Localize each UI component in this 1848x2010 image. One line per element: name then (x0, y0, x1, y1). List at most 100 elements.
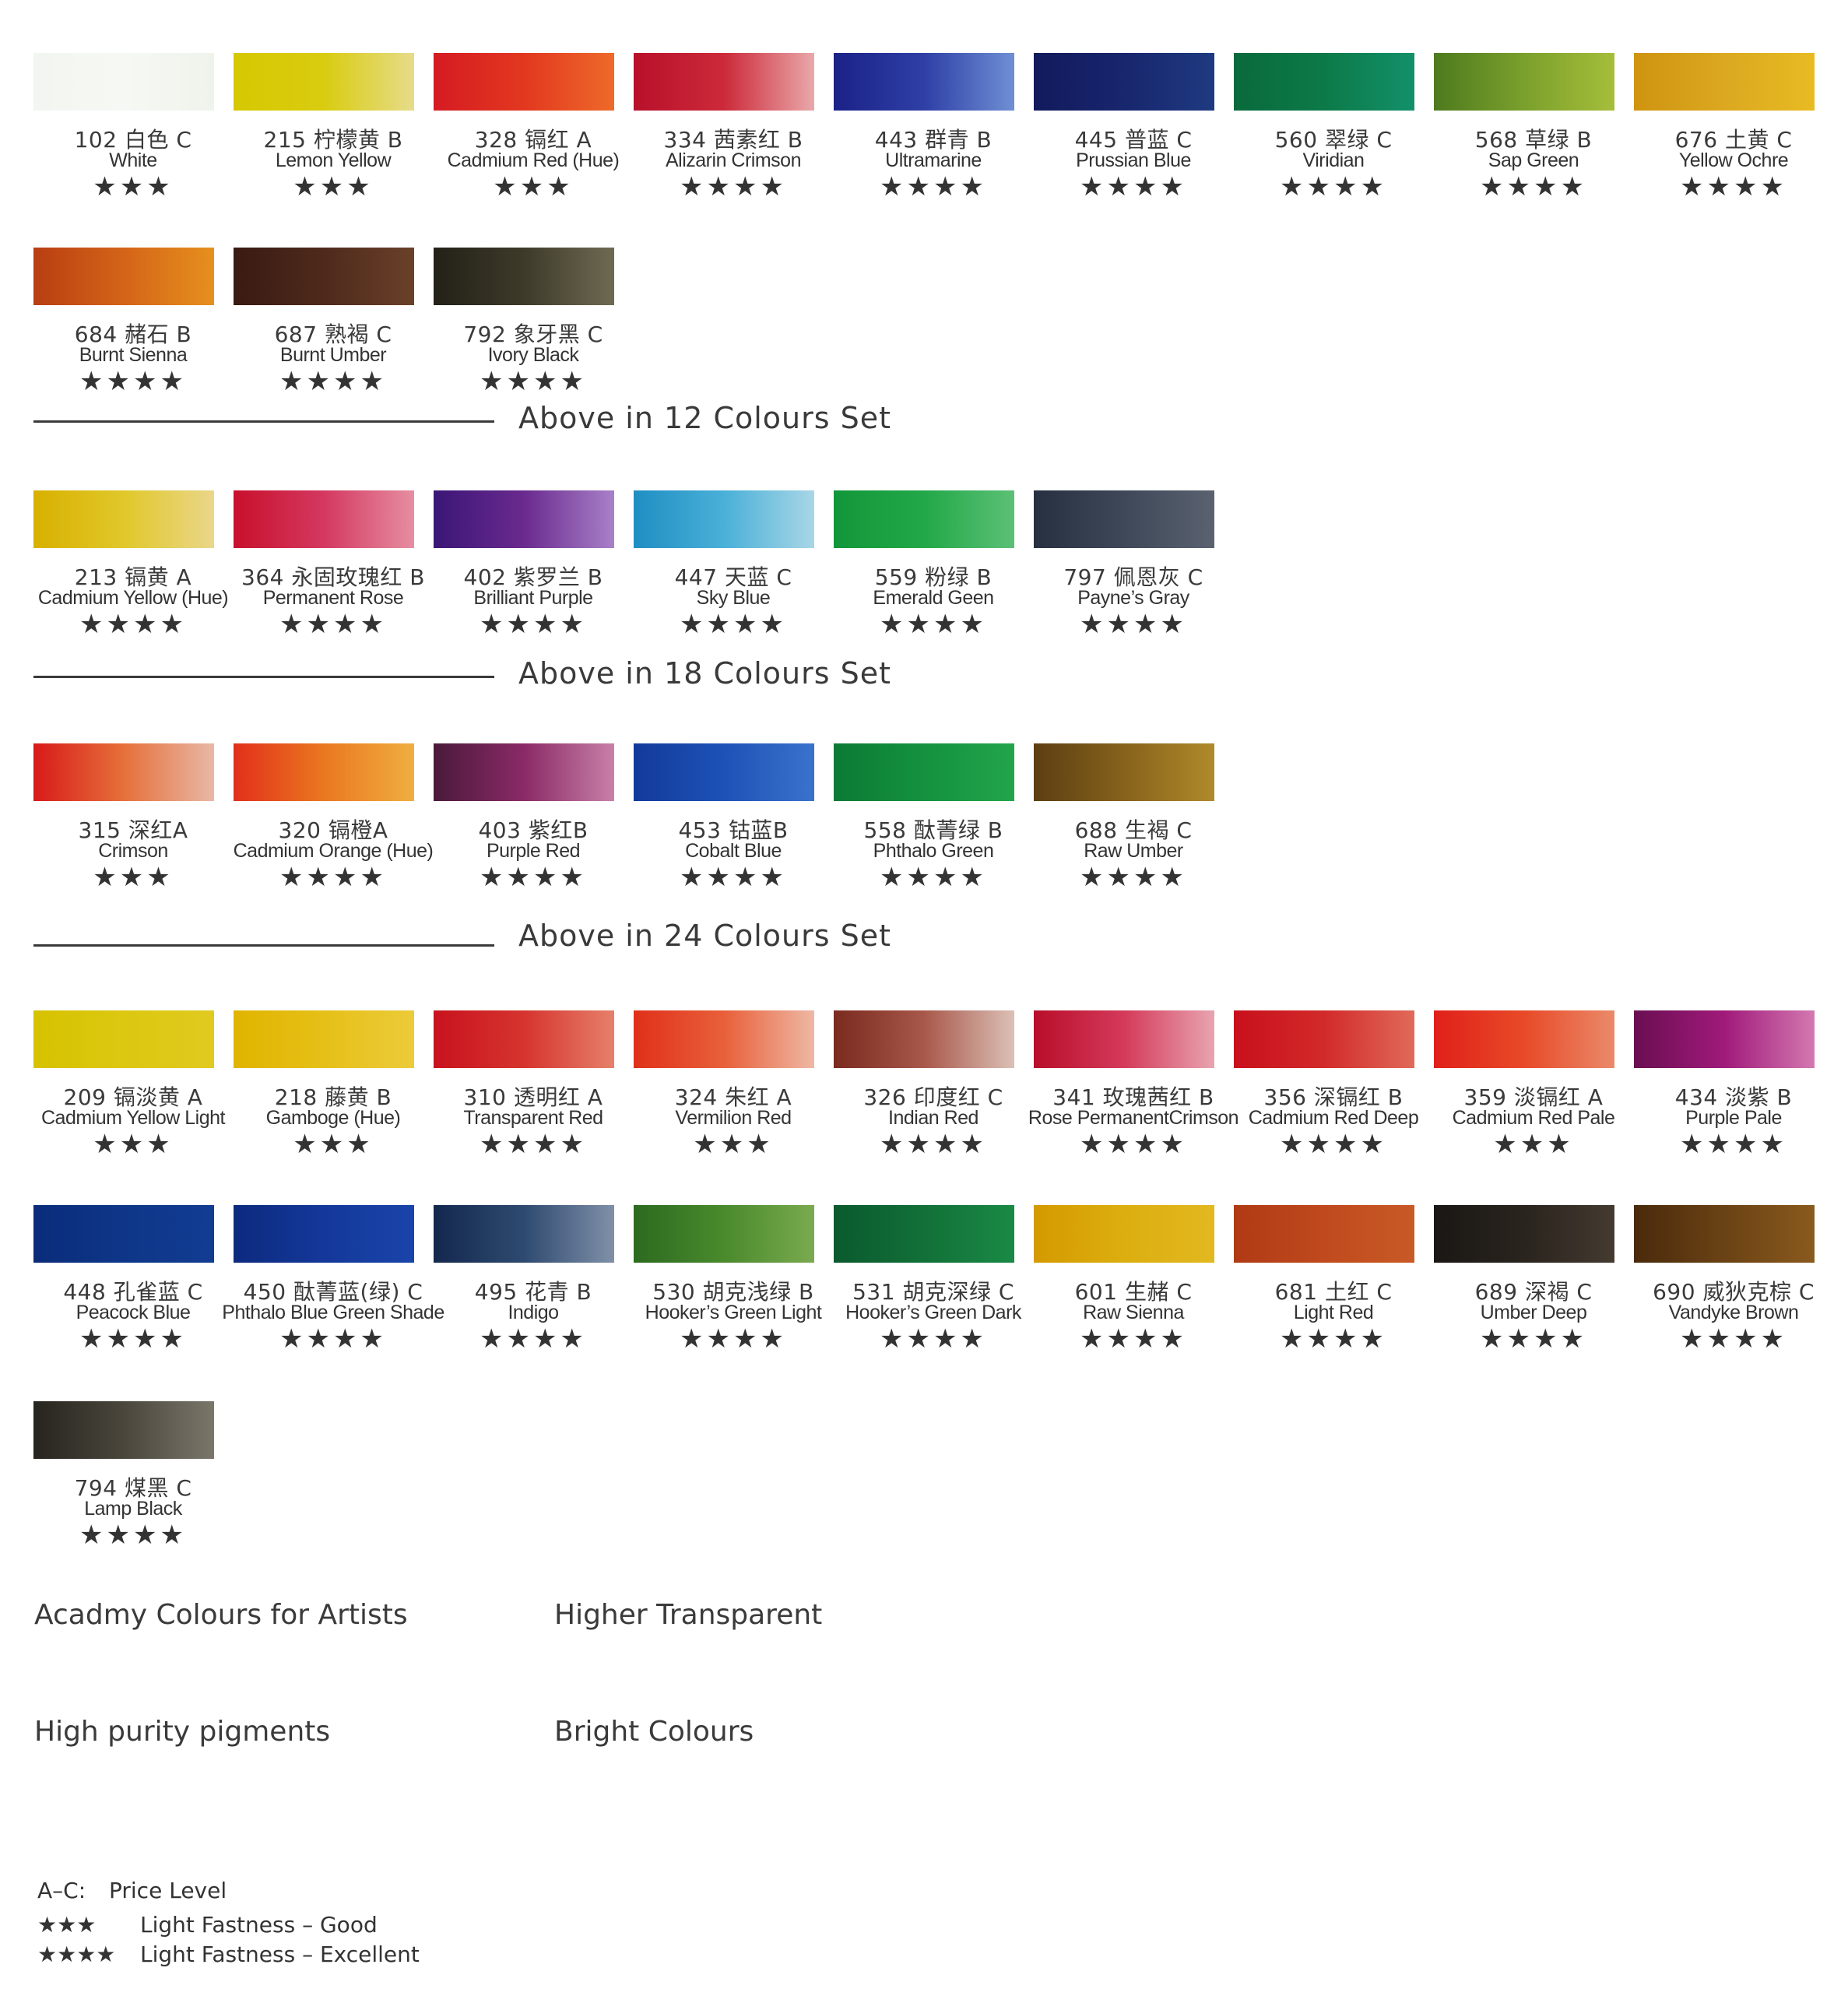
swatch-card: 324 朱红 A Vermilion Red ★★★ (634, 1010, 833, 1197)
colour-swatch (834, 53, 1014, 111)
colour-swatch (634, 53, 814, 111)
swatch-card: 315 深红A Crimson ★★★ (33, 743, 233, 930)
colour-swatch (1034, 490, 1214, 548)
colour-swatch (434, 490, 614, 548)
swatch-card: 213 镉黄 A Cadmium Yellow (Hue) ★★★★ (33, 490, 233, 677)
lightfastness-stars: ★★★★ (1080, 171, 1187, 202)
colour-swatch (434, 53, 614, 111)
lightfastness-stars: ★★★★ (1080, 1129, 1187, 1160)
lightfastness-stars: ★★★ (1493, 1129, 1574, 1160)
colour-swatch (834, 743, 1014, 801)
colour-swatch (1034, 743, 1214, 801)
lightfastness-stars: ★★★★ (1680, 1323, 1787, 1355)
swatch-card: 559 粉绿 B Emerald Geen ★★★★ (834, 490, 1033, 677)
swatch-card: 684 赭石 B Burnt Sienna ★★★★ (33, 248, 233, 434)
swatch-card: 558 酞菁绿 B Phthalo Green ★★★★ (834, 743, 1033, 930)
colour-swatch (33, 743, 214, 801)
colour-name: Yellow Ochre (1678, 149, 1789, 171)
set-label-18: Above in 18 Colours Set (518, 656, 892, 690)
set-label-12: Above in 12 Colours Set (518, 401, 892, 435)
colour-name: Payne’s Gray (1077, 587, 1189, 609)
swatch-card: 681 土红 C Light Red ★★★★ (1234, 1205, 1433, 1392)
lightfastness-stars: ★★★★ (1080, 862, 1187, 893)
swatch-card: 688 生褐 C Raw Umber ★★★★ (1034, 743, 1233, 930)
lightfastness-stars: ★★★★ (1080, 609, 1187, 640)
legend-price-text: Price Level (109, 1878, 227, 1903)
swatch-card: 495 花青 B Indigo ★★★★ (434, 1205, 633, 1392)
lightfastness-stars: ★★★★ (1080, 1323, 1187, 1355)
colour-swatch (834, 490, 1014, 548)
colour-swatch (1634, 1205, 1815, 1263)
feature-purity: High purity pigments (34, 1716, 331, 1748)
lightfastness-stars: ★★★★ (1680, 171, 1787, 202)
colour-swatch (1034, 53, 1214, 111)
colour-swatch (33, 248, 214, 305)
legend-good: ★★★ Light Fastness – Good (37, 1912, 378, 1938)
lightfastness-stars: ★★★★ (279, 609, 387, 640)
swatch-card: 797 佩恩灰 C Payne’s Gray ★★★★ (1034, 490, 1233, 677)
lightfastness-stars: ★★★★ (1280, 1129, 1387, 1160)
colour-swatch (33, 490, 214, 548)
lightfastness-stars: ★★★★ (1280, 171, 1387, 202)
lightfastness-stars: ★★★★ (1680, 1129, 1787, 1160)
lightfastness-stars: ★★★★ (480, 862, 587, 893)
legend-price: A–C: Price Level (37, 1878, 227, 1903)
swatch-card: 334 茜素红 B Alizarin Crimson ★★★★ (634, 53, 833, 240)
feature-bright: Bright Colours (554, 1716, 754, 1748)
lightfastness-stars: ★★★★ (79, 366, 187, 397)
swatch-card: 434 淡紫 B Purple Pale ★★★★ (1634, 1010, 1833, 1197)
swatch-card: 402 紫罗兰 B Brilliant Purple ★★★★ (434, 490, 633, 677)
swatch-card: 530 胡克浅绿 B Hooker’s Green Light ★★★★ (634, 1205, 833, 1392)
lightfastness-stars: ★★★★ (880, 1323, 987, 1355)
swatch-card: 453 钴蓝B Cobalt Blue ★★★★ (634, 743, 833, 930)
swatch-card: 356 深镉红 B Cadmium Red Deep ★★★★ (1234, 1010, 1433, 1197)
set-divider-18 (33, 676, 494, 678)
lightfastness-stars: ★★★★ (1480, 1323, 1587, 1355)
lightfastness-stars: ★★★★ (680, 1323, 787, 1355)
colour-swatch (1434, 1010, 1614, 1068)
colour-swatch (634, 1205, 814, 1263)
lightfastness-stars: ★★★ (493, 171, 574, 202)
lightfastness-stars: ★★★★ (1480, 171, 1587, 202)
lightfastness-stars: ★★★★ (279, 862, 387, 893)
colour-swatch (33, 53, 214, 111)
lightfastness-stars: ★★★★ (480, 609, 587, 640)
colour-swatch (434, 1010, 614, 1068)
colour-swatch (834, 1010, 1014, 1068)
swatch-card: 448 孔雀蓝 C Peacock Blue ★★★★ (33, 1205, 233, 1392)
lightfastness-stars: ★★★ (93, 171, 174, 202)
colour-swatch (834, 1205, 1014, 1263)
swatch-card: 320 镉橙A Cadmium Orange (Hue) ★★★★ (234, 743, 434, 930)
swatch-card: 326 印度红 C Indian Red ★★★★ (834, 1010, 1033, 1197)
legend-price-key: A–C: (37, 1878, 86, 1903)
lightfastness-stars: ★★★★ (1280, 1323, 1387, 1355)
legend-excellent: ★★★★ Light Fastness – Excellent (37, 1941, 420, 1967)
lightfastness-stars: ★★★★ (680, 171, 787, 202)
swatch-card: 794 煤黑 C Lamp Black ★★★★ (33, 1401, 233, 1588)
lightfastness-stars: ★★★ (93, 862, 174, 893)
swatch-card: 218 藤黄 B Gamboge (Hue) ★★★ (234, 1010, 433, 1197)
lightfastness-stars: ★★★★ (880, 1129, 987, 1160)
colour-swatch (234, 1010, 414, 1068)
swatch-card: 328 镉红 A Cadmium Red (Hue) ★★★ (434, 53, 633, 240)
swatch-card: 531 胡克深绿 C Hooker’s Green Dark ★★★★ (834, 1205, 1033, 1392)
colour-swatch (634, 743, 814, 801)
feature-transparent: Higher Transparent (554, 1599, 823, 1631)
swatch-card: 687 熟褐 C Burnt Umber ★★★★ (234, 248, 433, 434)
colour-swatch (33, 1205, 214, 1263)
set-divider-12 (33, 420, 494, 423)
swatch-card: 209 镉淡黄 A Cadmium Yellow Light ★★★ (33, 1010, 233, 1197)
swatch-card: 676 土黄 C Yellow Ochre ★★★★ (1634, 53, 1833, 240)
lightfastness-stars: ★★★★ (79, 1323, 187, 1355)
lightfastness-stars: ★★★★ (680, 862, 787, 893)
lightfastness-stars: ★★★★ (480, 1129, 587, 1160)
colour-swatch (234, 743, 414, 801)
lightfastness-stars: ★★★★ (680, 609, 787, 640)
lightfastness-stars: ★★★ (93, 1129, 174, 1160)
lightfastness-stars: ★★★★ (480, 366, 587, 397)
colour-name: Purple Pale (1685, 1107, 1782, 1129)
lightfastness-stars: ★★★★ (880, 171, 987, 202)
swatch-card: 601 生赭 C Raw Sienna ★★★★ (1034, 1205, 1233, 1392)
lightfastness-stars: ★★★ (693, 1129, 774, 1160)
swatch-card: 310 透明红 A Transparent Red ★★★★ (434, 1010, 633, 1197)
